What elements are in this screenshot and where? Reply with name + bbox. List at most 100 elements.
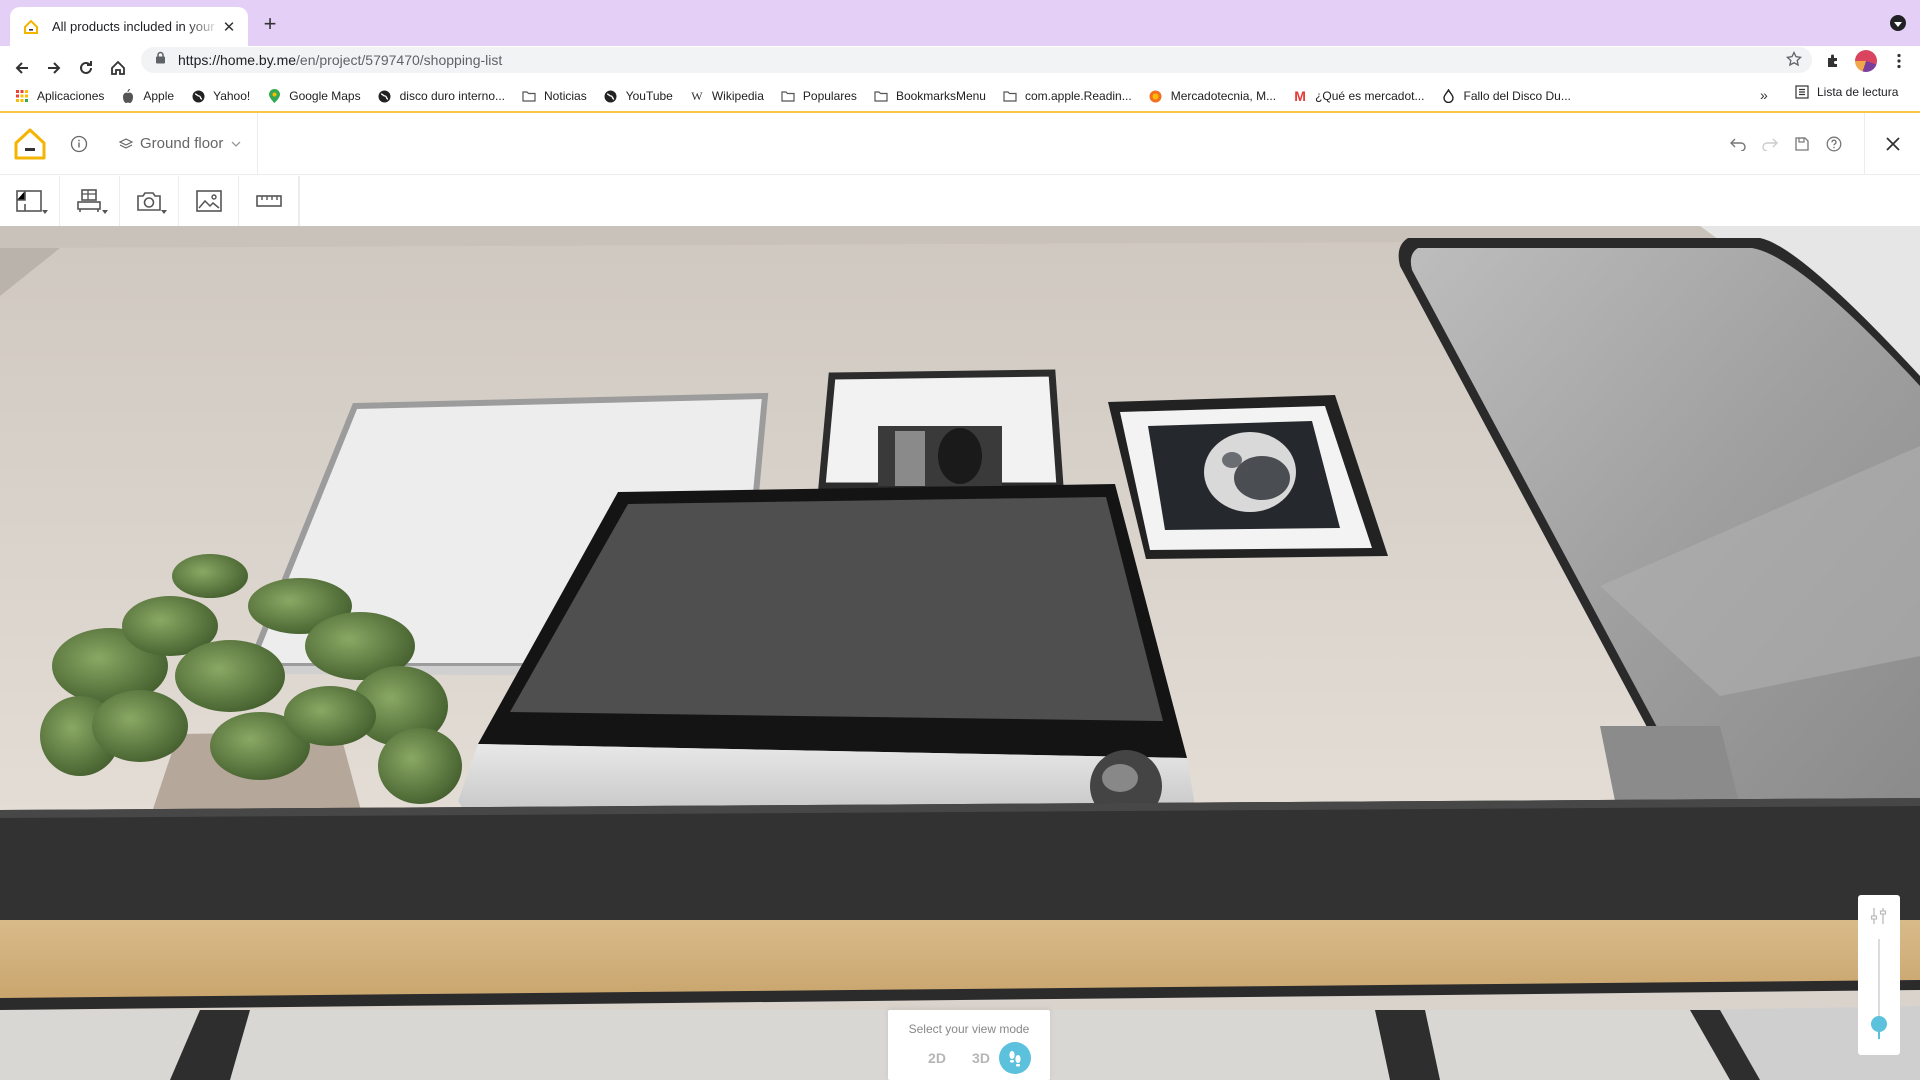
layers-icon	[118, 137, 134, 151]
homebyme-favicon-icon	[22, 18, 40, 36]
bookmark-star-icon[interactable]	[1785, 50, 1803, 72]
ruler-icon	[255, 195, 282, 207]
map-pin-icon	[266, 88, 282, 104]
bookmark-item[interactable]: Populares	[780, 88, 857, 104]
bookmark-label: Yahoo!	[213, 89, 251, 103]
floor-selector[interactable]: Ground floor	[118, 135, 241, 152]
close-project-icon[interactable]	[1864, 113, 1920, 175]
globe-icon	[190, 88, 206, 104]
folder-icon	[1002, 88, 1018, 104]
globe-icon	[377, 88, 393, 104]
forward-icon[interactable]	[42, 56, 66, 80]
reading-list-icon	[1795, 85, 1809, 99]
profile-avatar[interactable]	[1855, 50, 1877, 72]
address-bar[interactable]: https://home.by.me/en/project/5797470/sh…	[141, 47, 1812, 73]
bookmark-item[interactable]: com.apple.Readin...	[1002, 88, 1132, 104]
bookmark-item[interactable]: W Wikipedia	[689, 88, 764, 104]
bookmark-label: BookmarksMenu	[895, 89, 986, 103]
folder-icon	[780, 88, 796, 104]
header-actions	[1722, 113, 1850, 175]
slider-handle[interactable]	[1871, 1016, 1887, 1032]
bookmark-item[interactable]: Fallo del Disco Du...	[1440, 88, 1571, 104]
folder-icon	[521, 88, 537, 104]
floor-label: Ground floor	[140, 135, 224, 152]
bookmark-label: Google Maps	[289, 89, 361, 103]
bookmark-item[interactable]: Google Maps	[266, 88, 361, 104]
view-mode-title: Select your view mode	[908, 1022, 1030, 1036]
view-mode-2d-button[interactable]: 2D	[922, 1050, 952, 1066]
browser-tab[interactable]: All products included in your project ✕	[10, 7, 248, 46]
back-icon[interactable]	[10, 56, 34, 80]
tab-search-icon[interactable]	[1890, 15, 1906, 31]
home-icon[interactable]	[106, 56, 130, 80]
3d-viewport[interactable]	[0, 226, 1920, 1080]
bookmark-item[interactable]: M ¿Qué es mercadot...	[1292, 88, 1424, 104]
footsteps-icon	[1007, 1049, 1023, 1067]
bookmark-label: Wikipedia	[711, 89, 764, 103]
bookmark-label: Noticias	[544, 89, 587, 103]
undo-icon[interactable]	[1722, 128, 1754, 160]
bookmark-label: ¿Qué es mercadot...	[1315, 89, 1425, 103]
camera-icon	[136, 190, 162, 212]
floorplan-icon	[16, 190, 43, 212]
header-divider	[257, 113, 258, 175]
url-text: https://home.by.me/en/project/5797470/sh…	[178, 52, 502, 68]
reading-list-button[interactable]: Lista de lectura	[1795, 85, 1898, 99]
tool-caret-icon	[101, 210, 108, 214]
furniture-icon	[76, 189, 102, 213]
view-mode-3d-button[interactable]: 3D	[966, 1050, 996, 1066]
apps-grid-icon	[14, 88, 30, 104]
drop-icon	[1440, 88, 1456, 104]
bookmark-item[interactable]: Aplicaciones	[14, 88, 104, 104]
app-header: Ground floor	[0, 113, 1920, 175]
chevron-down-icon	[231, 141, 241, 147]
bookmark-item[interactable]: Yahoo!	[190, 88, 250, 104]
homebyme-logo-icon[interactable]	[12, 127, 48, 161]
m-logo-icon: M	[1294, 88, 1306, 104]
tool-caret-icon	[161, 210, 168, 214]
orange-circle-icon	[1148, 88, 1164, 104]
url-host: https://home.by.me	[178, 52, 297, 68]
new-tab-icon[interactable]: +	[258, 13, 282, 37]
tab-strip: All products included in your project ✕ …	[0, 0, 1920, 46]
image-icon	[195, 190, 222, 212]
bookmark-item[interactable]: Apple	[120, 88, 174, 104]
view-mode-walkthrough-button[interactable]	[999, 1042, 1031, 1074]
tab-title: All products included in your project	[52, 19, 220, 34]
bookmark-label: disco duro interno...	[399, 89, 506, 103]
gallery-tool-button[interactable]	[179, 176, 240, 226]
bookmark-label: YouTube	[625, 89, 673, 103]
redo-icon[interactable]	[1754, 128, 1786, 160]
save-icon[interactable]	[1786, 128, 1818, 160]
adjust-icon	[1870, 907, 1888, 925]
editor-tools	[0, 176, 300, 226]
info-icon[interactable]	[70, 135, 88, 158]
bookmark-item[interactable]: Mercadotecnia, M...	[1148, 88, 1276, 104]
bookmark-label: Populares	[802, 89, 857, 103]
bookmark-item[interactable]: YouTube	[603, 88, 673, 104]
measure-tool-button[interactable]	[239, 176, 299, 226]
bookmark-item[interactable]: Noticias	[521, 88, 587, 104]
bookmark-item[interactable]: disco duro interno...	[377, 88, 505, 104]
furnish-tool-button[interactable]	[60, 176, 120, 226]
help-icon[interactable]	[1818, 128, 1850, 160]
camera-tool-button[interactable]	[120, 176, 180, 226]
tool-caret-icon	[41, 210, 48, 214]
apple-icon	[120, 88, 136, 104]
floorplan-tool-button[interactable]	[0, 176, 60, 226]
bookmark-label: Fallo del Disco Du...	[1463, 89, 1571, 103]
bookmarks-bar: Aplicaciones Apple Yahoo! Google Maps disco …	[0, 81, 1920, 111]
bookmark-label: Apple	[143, 89, 175, 103]
extensions-puzzle-icon[interactable]	[1822, 50, 1844, 72]
bookmark-label: Mercadotecnia, M...	[1170, 89, 1277, 103]
reading-list-label: Lista de lectura	[1817, 85, 1899, 99]
3d-scene-render	[0, 226, 1920, 1080]
lock-icon	[155, 51, 166, 69]
globe-icon	[603, 88, 619, 104]
folder-icon	[873, 88, 889, 104]
bookmark-item[interactable]: BookmarksMenu	[873, 88, 986, 104]
reload-icon[interactable]	[74, 56, 98, 80]
bookmarks-overflow-button[interactable]: »	[1760, 87, 1768, 103]
browser-menu-icon[interactable]	[1888, 50, 1910, 72]
tab-close-icon[interactable]: ✕	[220, 18, 238, 36]
